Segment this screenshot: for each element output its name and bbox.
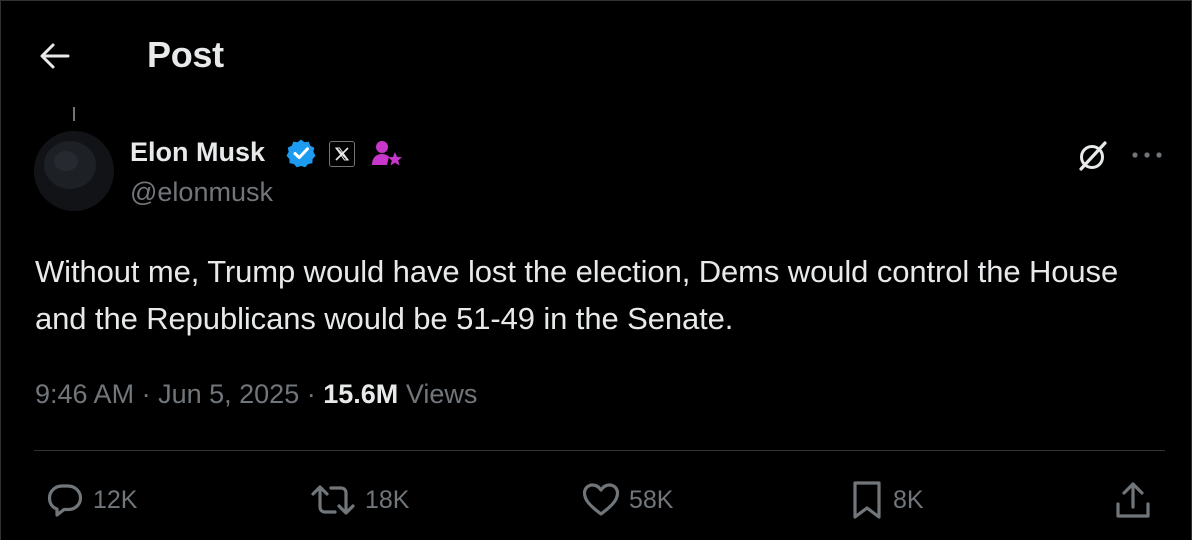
bookmark-count: 8K [893,485,924,514]
bookmark-button[interactable]: 8K [849,479,924,521]
avatar[interactable] [34,131,114,211]
reply-button[interactable]: 12K [45,479,137,521]
subscriber-star-icon[interactable] [370,137,404,171]
back-button[interactable] [31,36,77,76]
like-button[interactable]: 58K [581,479,673,521]
views-count[interactable]: 15.6M [323,379,398,409]
thread-connector [73,107,75,121]
meta-separator: · [141,379,151,409]
author-name[interactable]: Elon Musk [130,137,265,168]
verified-badge-icon[interactable] [286,138,316,168]
avatar-image [34,131,114,211]
author-handle[interactable]: @elonmusk [130,177,273,208]
avatar-link[interactable] [34,131,114,211]
post-date[interactable]: Jun 5, 2025 [158,379,299,409]
repost-button[interactable]: 18K [309,479,409,521]
views-label: Views [405,379,478,409]
post-text: Without me, Trump would have lost the el… [35,254,1119,336]
affiliate-badge[interactable] [329,141,355,167]
grok-icon [1079,141,1107,171]
meta-separator: · [306,379,316,409]
page-header: Post [1,1,1191,109]
post-time[interactable]: 9:46 AM [35,379,134,409]
reply-count: 12K [93,485,138,514]
post-page: Post Elon Musk @elonmusk Without me, Tru… [0,0,1192,540]
repost-count: 18K [365,485,410,514]
share-icon [1116,482,1150,518]
grok-button[interactable] [1073,136,1113,176]
share-button[interactable] [1113,479,1153,521]
like-count: 58K [629,485,674,514]
bookmark-icon [853,481,881,519]
arrow-left-icon [40,43,70,69]
page-title: Post [147,34,224,75]
post-meta: 9:46 AM · Jun 5, 2025 · 15.6M Views [35,379,477,410]
x-logo-icon [335,147,349,161]
heart-icon [582,483,620,516]
repost-icon [311,485,355,515]
divider [34,450,1165,451]
more-dots-icon [1132,152,1162,158]
reply-icon [47,484,83,517]
more-button[interactable] [1127,137,1167,173]
